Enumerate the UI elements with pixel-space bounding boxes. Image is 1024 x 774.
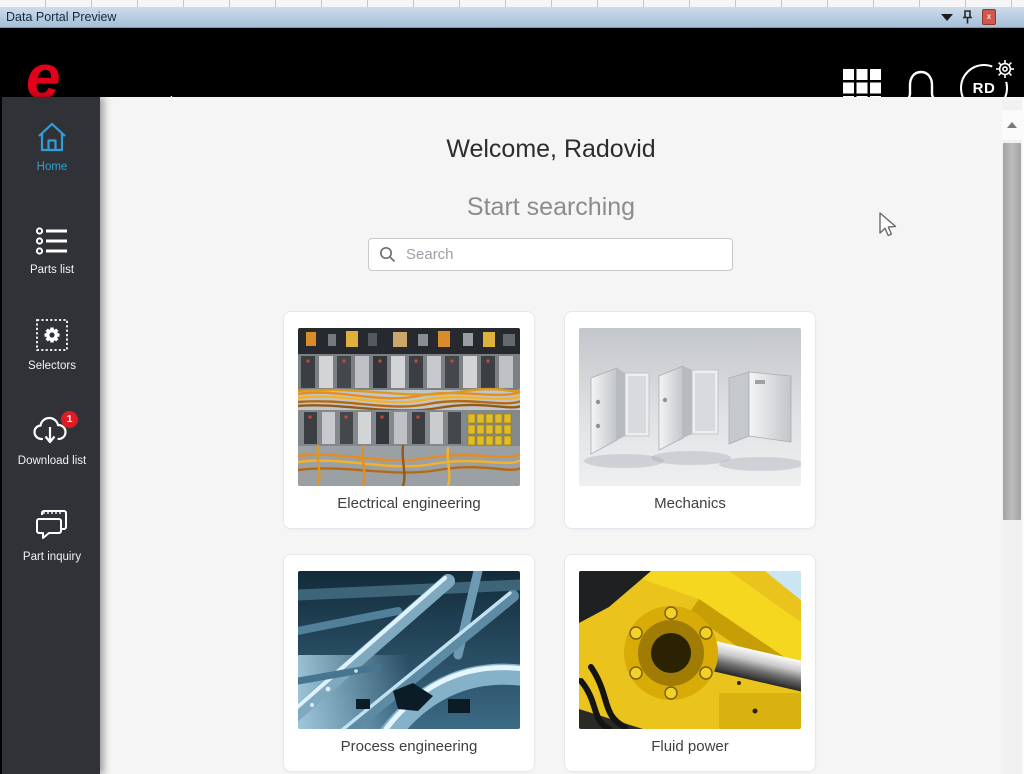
selectors-icon (35, 318, 69, 352)
close-icon[interactable]: x (982, 9, 996, 25)
avatar-initials: RD (973, 80, 996, 97)
mouse-cursor (874, 211, 900, 239)
sidebar-item-label: Part inquiry (2, 551, 102, 563)
sidebar-item-label: Parts list (2, 264, 102, 276)
card-label: Fluid power (565, 738, 815, 755)
home-icon (35, 121, 69, 153)
sidebar-item-label: Selectors (2, 360, 102, 372)
process-engineering-image (298, 571, 520, 729)
card-label: Process engineering (284, 738, 534, 755)
gear-icon (995, 59, 1015, 79)
window-title: Data Portal Preview (0, 10, 941, 24)
electrical-engineering-image (298, 328, 520, 486)
sidebar-item-home[interactable]: Home (2, 121, 102, 173)
scroll-up-arrow-icon (1007, 122, 1017, 128)
card-label: Mechanics (565, 495, 815, 512)
card-mechanics[interactable]: Mechanics (564, 311, 816, 529)
scrollbar-thumb[interactable] (1003, 143, 1021, 520)
search-box[interactable] (368, 238, 733, 271)
card-label: Electrical engineering (284, 495, 534, 512)
main-content: Welcome, Radovid Start searching (100, 97, 1024, 774)
category-cards: Electrical engineering (283, 311, 819, 772)
sidebar-item-part-inquiry[interactable]: Part inquiry (2, 507, 102, 563)
sidebar-item-parts-list[interactable]: Parts list (2, 226, 102, 276)
search-input[interactable] (404, 245, 722, 264)
sidebar-item-download-list[interactable]: 1 Download list (2, 415, 102, 467)
background-app-strip (0, 0, 1024, 7)
parts-list-icon (34, 226, 70, 256)
sidebar: Home Parts list (0, 97, 100, 774)
sidebar-item-label: Download list (2, 455, 102, 467)
sidebar-item-label: Home (2, 161, 102, 173)
scroll-up-button[interactable] (1002, 110, 1022, 140)
download-count-badge: 1 (61, 411, 78, 428)
settings-gear-wrap[interactable] (992, 56, 1018, 82)
pin-icon[interactable] (961, 10, 974, 25)
card-electrical-engineering[interactable]: Electrical engineering (283, 311, 535, 529)
vertical-scrollbar[interactable] (1002, 100, 1022, 774)
sidebar-item-selectors[interactable]: Selectors (2, 318, 102, 372)
mechanics-image (579, 328, 801, 486)
window-menu-caret-icon[interactable] (941, 14, 953, 21)
welcome-title: Welcome, Radovid (100, 135, 1002, 164)
search-icon (379, 246, 396, 263)
fluid-power-image (579, 571, 801, 729)
start-searching-subtitle: Start searching (100, 193, 1002, 222)
card-fluid-power[interactable]: Fluid power (564, 554, 816, 772)
part-inquiry-icon (33, 507, 71, 543)
app-header: e Data Portal RD (0, 28, 1024, 97)
card-process-engineering[interactable]: Process engineering (283, 554, 535, 772)
window-titlebar: Data Portal Preview x (0, 7, 1024, 28)
